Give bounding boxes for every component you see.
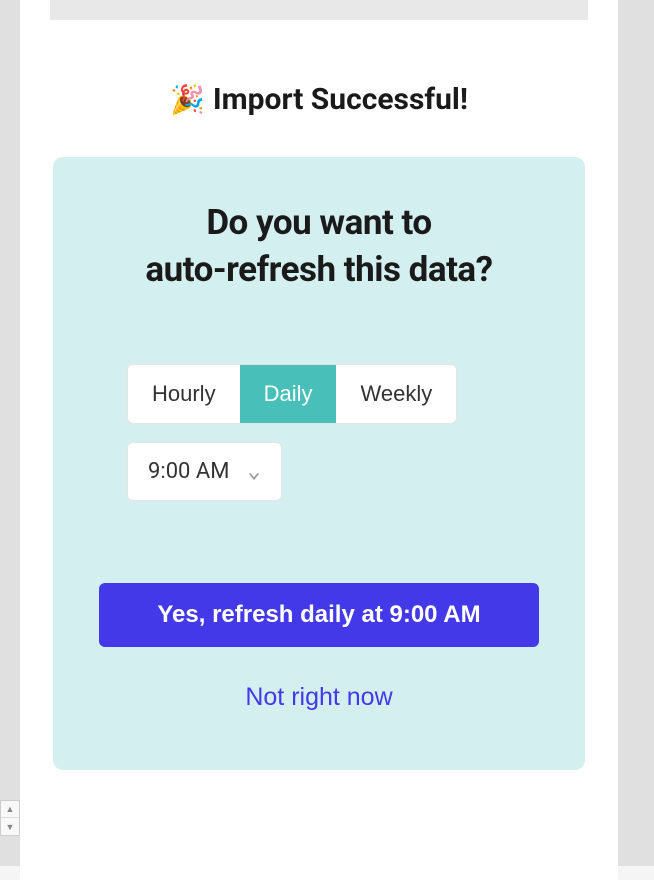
page-background: 🎉 Import Successful! Do you want to auto…	[0, 0, 654, 866]
confirm-refresh-button[interactable]: Yes, refresh daily at 9:00 AM	[99, 583, 539, 647]
spinner-up-button[interactable]: ▲	[1, 801, 19, 818]
frequency-segment-group: Hourly Daily Weekly	[127, 364, 457, 424]
action-buttons: Yes, refresh daily at 9:00 AM Not right …	[99, 583, 539, 712]
time-dropdown[interactable]: 9:00 AM	[127, 442, 282, 501]
question-text: Do you want to auto-refresh this data?	[99, 199, 539, 294]
modal-container: 🎉 Import Successful! Do you want to auto…	[20, 0, 618, 880]
party-popper-icon: 🎉	[170, 83, 205, 116]
spinner-controls: ▲ ▼	[0, 800, 20, 836]
question-line-2: auto-refresh this data?	[145, 249, 492, 290]
chevron-down-icon	[247, 464, 261, 478]
time-selected-value: 9:00 AM	[148, 459, 229, 484]
question-line-1: Do you want to	[206, 202, 431, 243]
header-title-text: Import Successful!	[213, 82, 468, 117]
spinner-down-button[interactable]: ▼	[1, 818, 19, 835]
auto-refresh-panel: Do you want to auto-refresh this data? H…	[53, 157, 585, 770]
top-bar-placeholder	[50, 0, 588, 20]
frequency-controls: Hourly Daily Weekly 9:00 AM	[99, 364, 539, 501]
frequency-daily-button[interactable]: Daily	[240, 365, 337, 423]
header-title: 🎉 Import Successful!	[170, 82, 468, 117]
frequency-hourly-button[interactable]: Hourly	[128, 365, 240, 423]
header-section: 🎉 Import Successful!	[20, 20, 618, 157]
frequency-weekly-button[interactable]: Weekly	[336, 365, 456, 423]
not-now-button[interactable]: Not right now	[99, 683, 539, 712]
